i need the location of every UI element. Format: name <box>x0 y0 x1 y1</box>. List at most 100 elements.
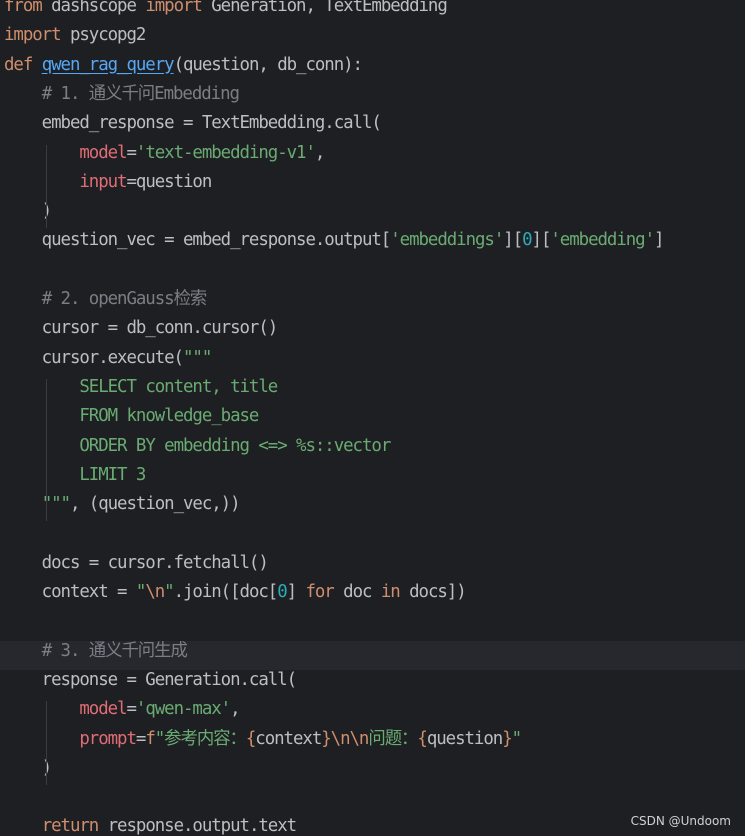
keyword-token: import <box>145 0 203 16</box>
code-line[interactable]: SELECT content, title <box>0 377 745 406</box>
code-token: doc <box>333 582 381 602</box>
code-line[interactable]: model='text-embedding-v1', <box>0 143 745 172</box>
code-line[interactable]: cursor.execute(""" <box>0 348 745 377</box>
number-token: 0 <box>522 230 533 251</box>
code-line[interactable]: docs = cursor.fetchall() <box>0 553 745 582</box>
code-line[interactable]: def qwen_rag_query(question, db_conn): <box>0 55 745 84</box>
code-line[interactable]: import psycopg2 <box>0 25 745 54</box>
code-token: ][ <box>503 230 523 251</box>
code-line-text: from dashscope import Generation, TextEm… <box>4 0 448 25</box>
code-line[interactable]: # 2. openGauss检索 <box>0 289 745 318</box>
code-line-text: ORDER BY embedding <=> %s::vector <box>4 435 391 465</box>
code-line[interactable]: LIMIT 3 <box>0 465 745 494</box>
comment-token: # 2. openGauss检索 <box>41 289 208 309</box>
code-token: question_vec = embed_response.output[ <box>4 230 392 251</box>
code-line[interactable]: input=question <box>0 172 745 201</box>
code-line[interactable]: ) <box>0 201 745 230</box>
code-line-text: input=question <box>4 171 212 201</box>
escape-token: \n\n <box>330 728 370 749</box>
code-line[interactable]: # 1. 通义千问Embedding <box>0 84 745 113</box>
string-token: ORDER BY embedding <=> %s::vector <box>79 435 391 456</box>
code-token: cursor.execute( <box>4 347 184 368</box>
string-token: " <box>135 582 147 602</box>
string-token: FROM knowledge_base <box>79 406 259 427</box>
csdn-watermark: CSDN @Undoom <box>630 814 731 828</box>
string-token: """ <box>182 347 212 368</box>
code-line[interactable]: from dashscope import Generation, TextEm… <box>0 0 745 25</box>
keyword-token: import <box>4 25 62 46</box>
code-editor[interactable]: from dashscope import Generation, TextEm… <box>0 0 745 836</box>
code-token: context <box>255 728 322 749</box>
parameter-token: model <box>79 699 127 720</box>
code-line[interactable] <box>0 611 745 640</box>
code-line-text: model='qwen-max', <box>4 699 240 728</box>
code-line-text: # 3. 通义千问生成 <box>4 640 188 670</box>
code-line[interactable] <box>0 787 745 816</box>
code-token: ) <box>4 757 52 778</box>
code-line[interactable]: FROM knowledge_base <box>0 406 745 435</box>
code-line[interactable]: context = "\n".join([doc[0] for doc in d… <box>0 582 745 611</box>
code-line-text: return response.output.text <box>4 816 297 836</box>
code-line[interactable]: response = Generation.call( <box>0 670 745 699</box>
string-token: 'embedding' <box>550 230 655 251</box>
string-token: 'text-embedding-v1' <box>135 142 316 163</box>
escape-token: \n <box>145 582 165 602</box>
string-token: "参考内容： <box>154 728 247 749</box>
code-token: docs = cursor.fetchall() <box>4 552 269 573</box>
indent-guide <box>46 378 47 522</box>
code-token: = <box>135 728 147 749</box>
code-line-text: ) <box>4 757 52 787</box>
code-line-text: question_vec = embed_response.output['em… <box>4 230 665 259</box>
code-line[interactable]: cursor = db_conn.cursor() <box>0 318 745 347</box>
code-line[interactable]: """, (question_vec,)) <box>0 494 745 523</box>
code-token: question <box>426 728 503 749</box>
code-token: cursor = db_conn.cursor() <box>4 318 279 339</box>
string-token: 问题： <box>368 728 418 749</box>
code-token: , (question_vec,)) <box>69 494 241 515</box>
code-line[interactable]: embed_response = TextEmbedding.call( <box>0 113 745 142</box>
string-token: 'qwen-max' <box>135 699 231 720</box>
parameter-token: input <box>79 171 127 192</box>
code-line[interactable]: ) <box>0 758 745 787</box>
code-line[interactable] <box>0 260 745 289</box>
code-token: psycopg2 <box>60 25 146 46</box>
code-token: ] <box>286 582 306 602</box>
code-token: ) <box>4 201 52 222</box>
code-line-text: docs = cursor.fetchall() <box>4 552 269 582</box>
parameter-token: prompt <box>79 728 137 749</box>
code-token: .join([doc[ <box>173 582 279 602</box>
string-token: LIMIT 3 <box>79 464 146 485</box>
code-line-text: context = "\n".join([doc[0] for doc in d… <box>4 582 467 611</box>
string-token: " <box>164 582 175 602</box>
code-line[interactable]: question_vec = embed_response.output['em… <box>0 230 745 259</box>
indent-guide <box>46 701 47 786</box>
code-line-text: """, (question_vec,)) <box>4 494 241 523</box>
code-token: = <box>126 699 137 720</box>
code-token: response = Generation.call( <box>4 669 297 690</box>
code-line[interactable]: prompt=f"参考内容：{context}\n\n问题：{question}… <box>0 729 745 758</box>
keyword-token: def <box>4 54 33 75</box>
keyword-token: from <box>4 0 43 16</box>
comment-token: # 3. 通义千问生成 <box>41 640 188 661</box>
code-token: (question, db_conn): <box>173 54 363 75</box>
code-line[interactable]: ORDER BY embedding <=> %s::vector <box>0 436 745 465</box>
string-token: 'embeddings' <box>390 230 504 251</box>
code-line[interactable]: # 3. 通义千问生成 <box>0 640 745 670</box>
string-token: " <box>511 728 523 749</box>
code-token: dashscope <box>41 0 146 16</box>
code-token: , <box>230 699 241 720</box>
string-token: SELECT content, title <box>79 376 278 397</box>
code-token: embed_response = TextEmbedding.call( <box>4 113 382 134</box>
code-line[interactable] <box>0 523 745 552</box>
code-line[interactable]: model='qwen-max', <box>0 699 745 728</box>
code-line-text: embed_response = TextEmbedding.call( <box>4 113 382 142</box>
